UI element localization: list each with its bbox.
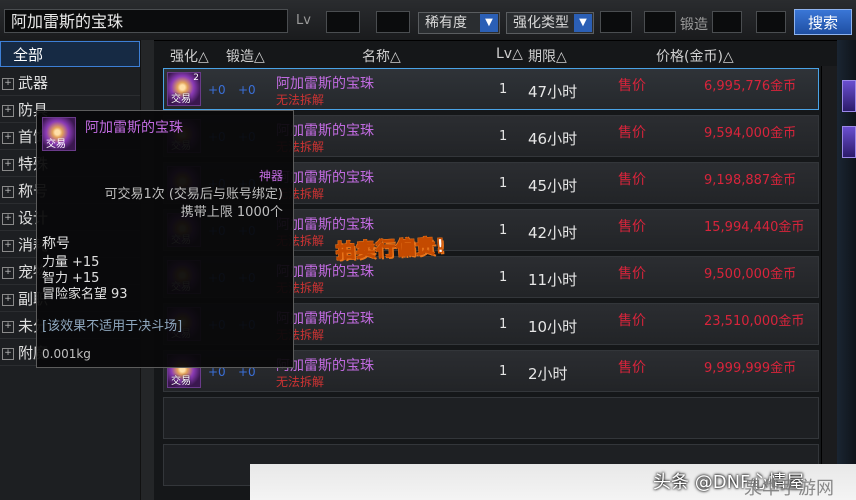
category-label: 武器 [18, 74, 49, 92]
expand-icon[interactable]: + [2, 266, 14, 279]
sell-label: 售价 [618, 266, 646, 282]
level-label: Lv [296, 13, 311, 28]
rarity-dropdown[interactable]: 稀有度 ▼ [418, 12, 500, 34]
item-price: 9,198,887金币 [704, 173, 797, 188]
expand-icon[interactable]: + [2, 158, 14, 171]
item-price: 9,999,999金币 [704, 361, 797, 376]
sort-forge[interactable]: 锻造△ [226, 46, 265, 66]
trade-tag: 交易 [171, 376, 191, 387]
table-header: 强化△ 锻造△ 名称△ Lv△ 期限△ 价格(金币)△ [158, 44, 820, 66]
sort-level[interactable]: Lv△ [496, 46, 523, 62]
item-tooltip: 交易 阿加雷斯的宝珠 神器 可交易1次 (交易后与账号绑定) 携带上限 1000… [36, 110, 294, 368]
empty-row [163, 397, 819, 439]
sort-reinforce[interactable]: 强化△ [170, 46, 209, 66]
reinforce-max-input[interactable] [644, 11, 676, 33]
forge-max-input[interactable] [756, 11, 786, 33]
item-level: 1 [499, 223, 508, 238]
sell-label: 售价 [618, 78, 646, 94]
orb-icon: 交易 [42, 117, 76, 151]
item-period: 10小时 [528, 318, 578, 336]
reinforce-type-dropdown-label: 强化类型 [513, 15, 569, 31]
item-level: 1 [499, 82, 508, 97]
skill-icon[interactable] [842, 126, 856, 158]
item-level: 1 [499, 129, 508, 144]
item-subtext: 无法拆解 [276, 93, 325, 107]
sort-period[interactable]: 期限△ [528, 46, 567, 66]
rarity-dropdown-label: 稀有度 [425, 15, 467, 31]
expand-icon[interactable]: + [2, 212, 14, 225]
category-all[interactable]: 全部 [0, 41, 140, 67]
tooltip-note: [该效果不适用于决斗场] [42, 319, 183, 334]
expand-icon[interactable]: + [2, 347, 14, 360]
tooltip-rarity: 神器 [258, 169, 283, 183]
item-period: 42小时 [528, 224, 578, 242]
item-price: 15,994,440金币 [704, 220, 805, 235]
item-name: 阿加雷斯的宝珠 [276, 76, 374, 92]
skill-icon[interactable] [842, 80, 856, 112]
item-level: 1 [499, 364, 508, 379]
sell-label: 售价 [618, 219, 646, 235]
tooltip-trade-info: 可交易1次 (交易后与账号绑定) [104, 187, 283, 202]
search-bar: 阿加雷斯的宝珠 Lv 稀有度 ▼ 强化类型 ▼ 锻造 搜索 [0, 0, 856, 41]
sell-label: 售价 [618, 125, 646, 141]
stack-count: 2 [193, 73, 199, 83]
forge-value: +0 [238, 83, 256, 97]
item-period: 46小时 [528, 130, 578, 148]
list-scrollbar[interactable] [821, 66, 838, 496]
orb-icon: 2 交易 [167, 72, 201, 106]
expand-icon[interactable]: + [2, 77, 14, 90]
expand-icon[interactable]: + [2, 104, 14, 117]
tooltip-stat: 冒险家名望 93 [42, 283, 128, 302]
expand-icon[interactable]: + [2, 131, 14, 144]
level-min-input[interactable] [326, 11, 360, 33]
item-price: 9,594,000金币 [704, 126, 797, 141]
item-price: 9,500,000金币 [704, 267, 797, 282]
item-period: 2小时 [528, 365, 568, 383]
item-period: 45小时 [528, 177, 578, 195]
trade-tag: 交易 [46, 139, 66, 150]
level-max-input[interactable] [376, 11, 410, 33]
item-level: 1 [499, 270, 508, 285]
category-label: 全部 [13, 46, 44, 64]
tooltip-weight: 0.001kg [42, 347, 91, 361]
chevron-down-icon: ▼ [480, 14, 498, 32]
expand-icon[interactable]: + [2, 293, 14, 306]
stat-value: 93 [111, 287, 128, 302]
tooltip-item-name: 阿加雷斯的宝珠 [85, 120, 183, 136]
overlay-caption: 拍卖行偏贵! [335, 235, 447, 264]
expand-icon[interactable]: + [2, 185, 14, 198]
sort-price[interactable]: 价格(金币)△ [656, 46, 734, 66]
tooltip-carry-limit: 携带上限 1000个 [180, 205, 283, 220]
item-search-input[interactable]: 阿加雷斯的宝珠 [4, 9, 288, 33]
reinforce-value: +0 [208, 83, 226, 97]
item-price: 23,510,000金币 [704, 314, 805, 329]
sell-label: 售价 [618, 313, 646, 329]
reinforce-type-dropdown[interactable]: 强化类型 ▼ [506, 12, 594, 34]
expand-icon[interactable]: + [2, 239, 14, 252]
item-level: 1 [499, 317, 508, 332]
sort-name[interactable]: 名称△ [362, 46, 401, 66]
item-subtext: 无法拆解 [276, 375, 325, 389]
tooltip-type: 称号 [42, 236, 70, 252]
search-button[interactable]: 搜索 [794, 9, 852, 35]
forge-label: 锻造 [680, 17, 708, 33]
reinforce-min-input[interactable] [600, 11, 632, 33]
item-price: 6,995,776金币 [704, 79, 797, 94]
stat-label: 冒险家名望 [42, 287, 108, 302]
trade-tag: 交易 [171, 94, 191, 105]
site-watermark: 泉华手游网 [744, 478, 834, 499]
item-period: 11小时 [528, 271, 578, 289]
sell-label: 售价 [618, 172, 646, 188]
table-row[interactable]: 2 交易 +0 +0 阿加雷斯的宝珠 无法拆解 1 47小时 售价 6,995,7… [163, 68, 819, 110]
item-period: 47小时 [528, 83, 578, 101]
chevron-down-icon: ▼ [574, 14, 592, 32]
forge-min-input[interactable] [712, 11, 742, 33]
sell-label: 售价 [618, 360, 646, 376]
item-level: 1 [499, 176, 508, 191]
expand-icon[interactable]: + [2, 320, 14, 333]
category-weapon[interactable]: + 武器 [0, 70, 140, 96]
